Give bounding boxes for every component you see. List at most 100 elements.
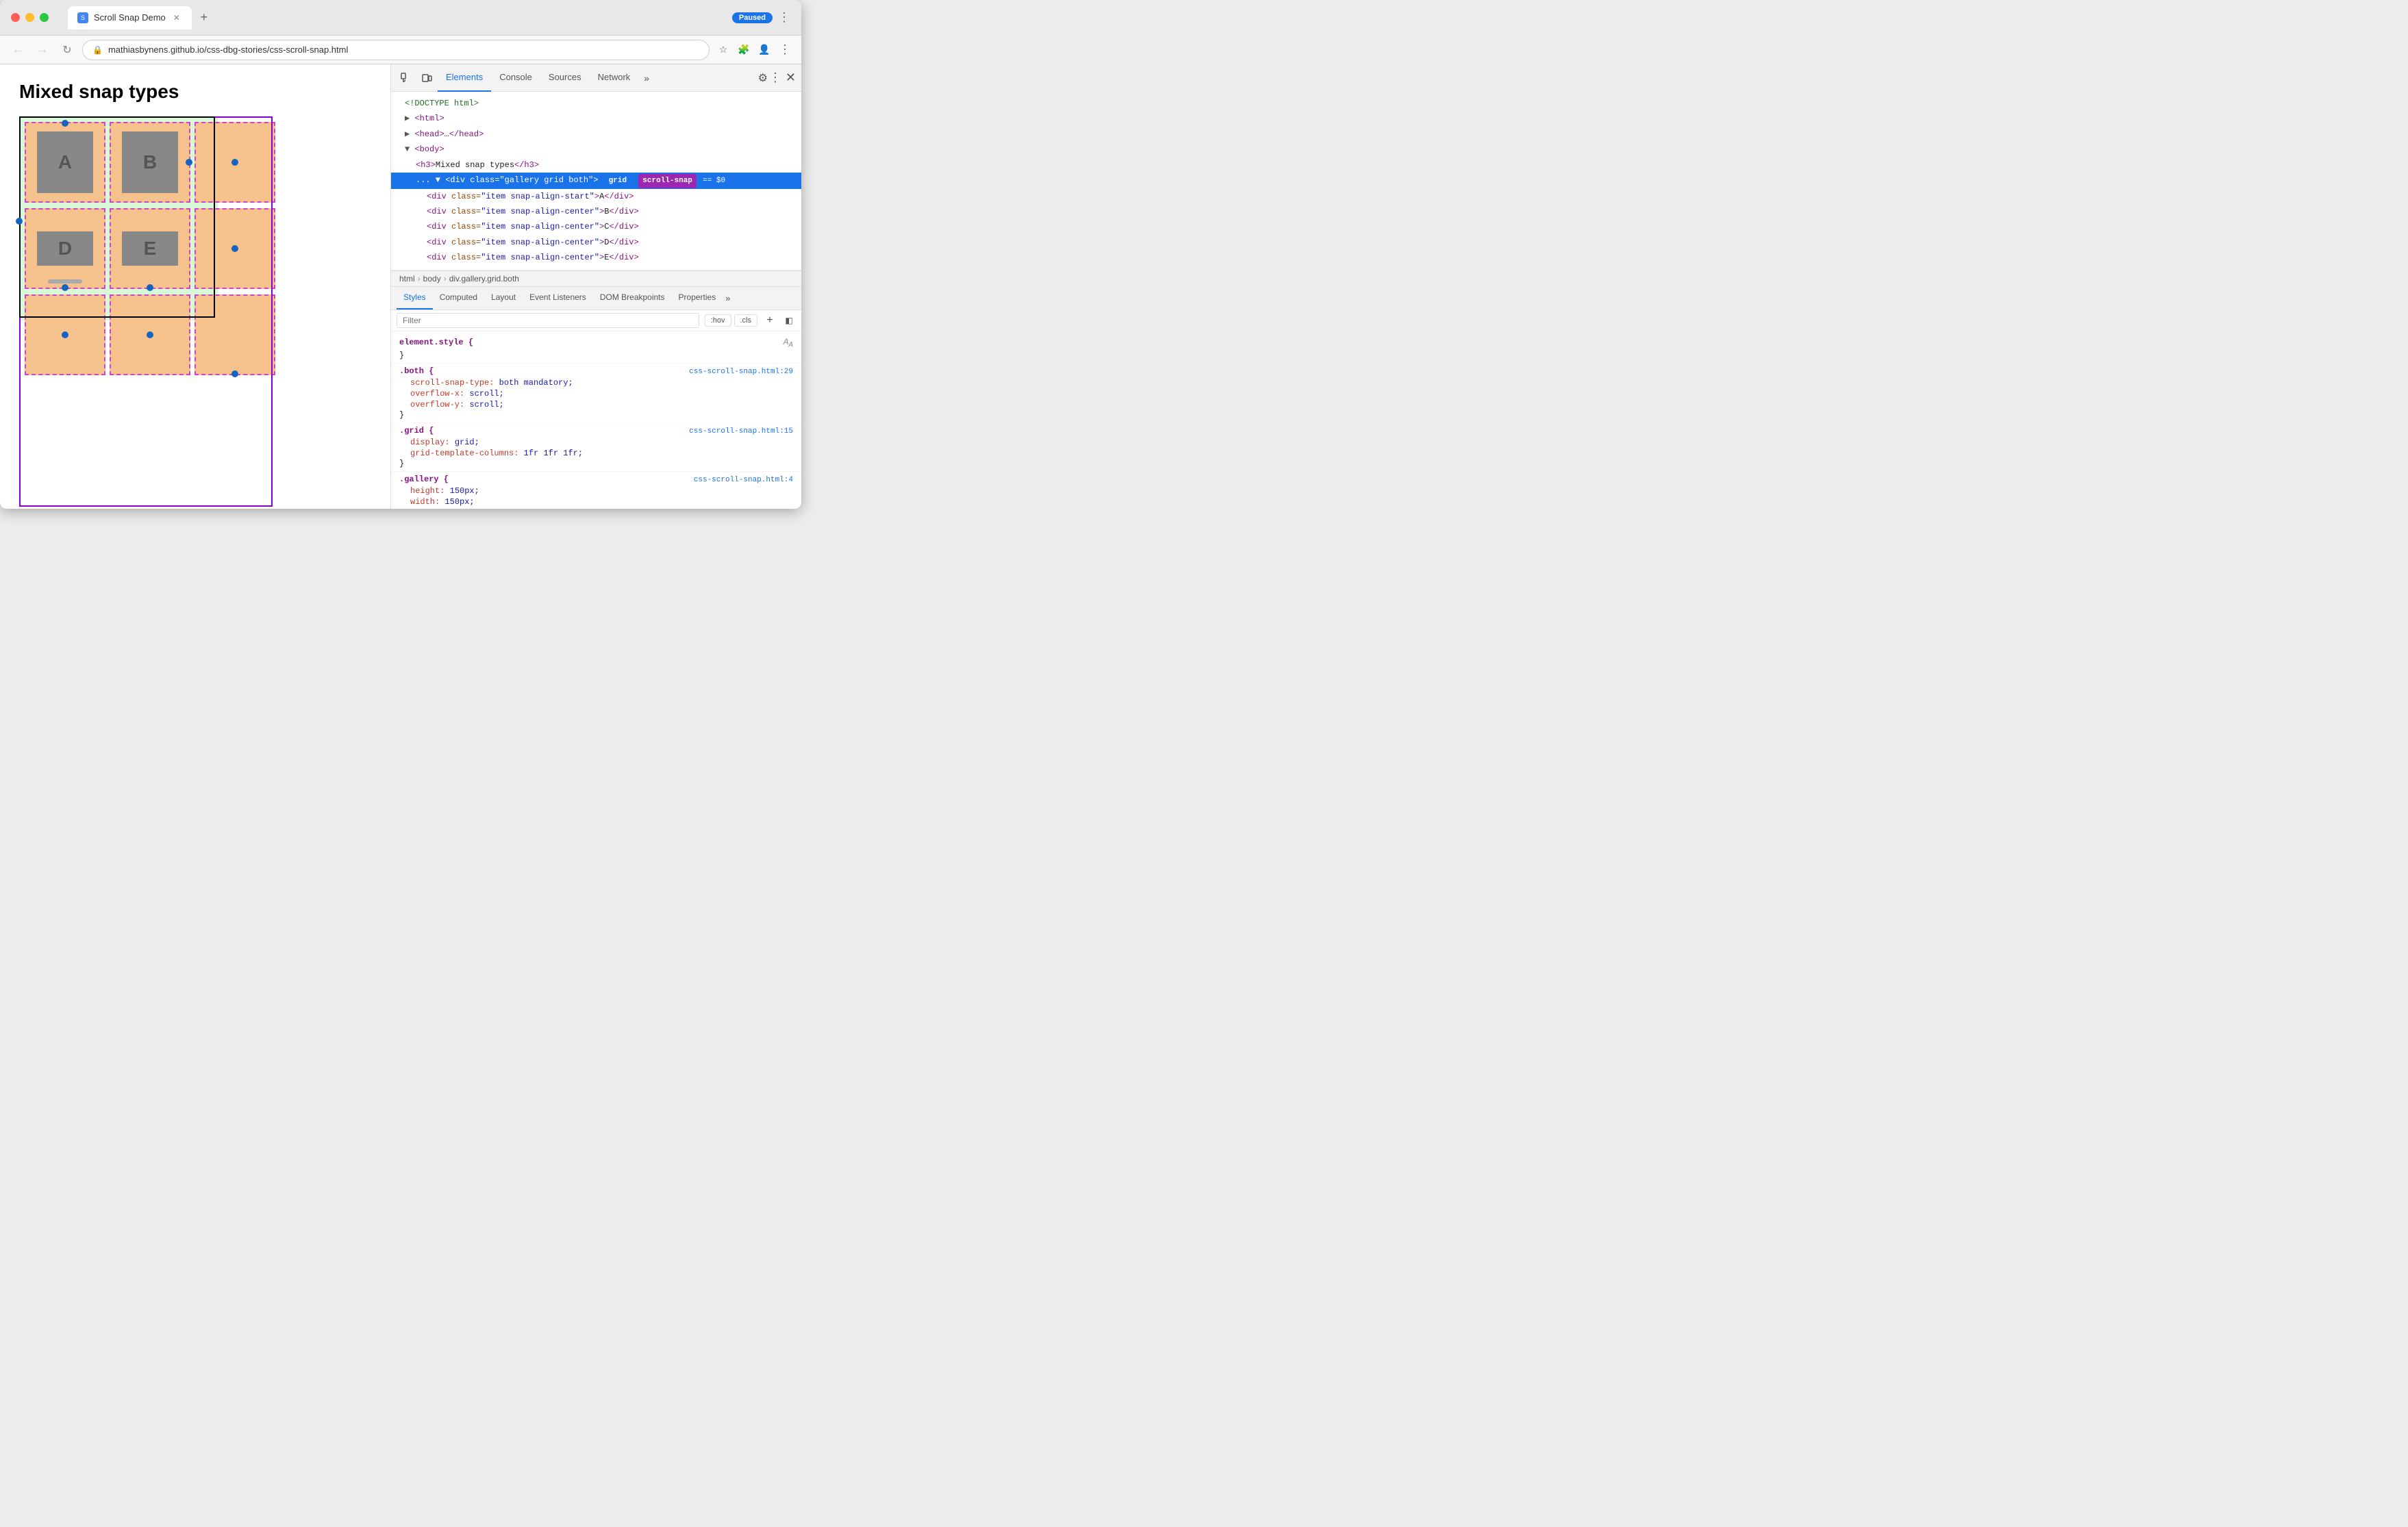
panel-tab-dom-breakpoints[interactable]: DOM Breakpoints bbox=[593, 287, 672, 310]
element-picker-icon[interactable] bbox=[397, 68, 416, 88]
content-area: Mixed snap types A bbox=[0, 64, 801, 509]
dom-div-b[interactable]: <div class="item snap-align-center">B</d… bbox=[391, 204, 801, 219]
devtools-more-tabs-icon[interactable]: » bbox=[638, 73, 655, 84]
css-rule-gallery: .gallery { css-scroll-snap.html:4 height… bbox=[391, 472, 801, 509]
tab-sources[interactable]: Sources bbox=[540, 64, 590, 92]
css-prop-scroll-snap-type: scroll-snap-type: both mandatory; bbox=[399, 377, 793, 388]
panel-tab-more-icon[interactable]: » bbox=[725, 293, 730, 303]
minimize-button[interactable] bbox=[25, 13, 34, 22]
panel-tab-layout[interactable]: Layout bbox=[484, 287, 523, 310]
css-prop-value-grid-template-columns[interactable]: 1fr 1fr 1fr; bbox=[524, 449, 583, 458]
css-prop-width: width: 150px; bbox=[399, 496, 793, 507]
css-prop-name-overflow-x[interactable]: overflow-x: bbox=[410, 389, 464, 399]
panel-tab-properties[interactable]: Properties bbox=[672, 287, 723, 310]
css-prop-value-border-color[interactable]: black; bbox=[523, 508, 552, 509]
css-rule-both-header: .both { css-scroll-snap.html:29 bbox=[399, 366, 793, 376]
css-prop-name-border[interactable]: border: bbox=[410, 508, 444, 509]
tab-network[interactable]: Network bbox=[590, 64, 639, 92]
dom-body[interactable]: ▼ <body> bbox=[391, 142, 801, 157]
css-source-gallery[interactable]: css-scroll-snap.html:4 bbox=[694, 476, 793, 484]
device-toolbar-icon[interactable] bbox=[417, 68, 436, 88]
more-menu-icon[interactable]: ⋮ bbox=[778, 10, 790, 25]
address-bar[interactable]: 🔒 mathiasbynens.github.io/css-dbg-storie… bbox=[82, 40, 710, 60]
snap-item-A: A bbox=[25, 122, 105, 203]
panel-tab-event-listeners[interactable]: Event Listeners bbox=[523, 287, 593, 310]
css-selector-both[interactable]: .both { bbox=[399, 366, 434, 376]
tab-console[interactable]: Console bbox=[491, 64, 540, 92]
back-button[interactable]: ← bbox=[8, 40, 27, 60]
toggle-sidebar-icon[interactable]: ◧ bbox=[782, 314, 796, 327]
css-prop-value-scroll-snap-type[interactable]: both mandatory; bbox=[499, 378, 573, 388]
dom-div-c[interactable]: <div class="item snap-align-center">C</d… bbox=[391, 219, 801, 234]
css-prop-name-grid-template-columns[interactable]: grid-template-columns: bbox=[410, 449, 518, 458]
css-selector-grid[interactable]: .grid { bbox=[399, 426, 434, 436]
forward-button[interactable]: → bbox=[33, 40, 52, 60]
dom-h3[interactable]: <h3>Mixed snap types</h3> bbox=[391, 157, 801, 173]
tab-elements[interactable]: Elements bbox=[438, 64, 491, 92]
cls-filter-button[interactable]: .cls bbox=[734, 314, 758, 327]
snap-item-I bbox=[195, 294, 275, 375]
panel-tab-computed[interactable]: Computed bbox=[433, 287, 484, 310]
css-prop-value-display[interactable]: grid; bbox=[455, 438, 479, 447]
devtools-close-icon[interactable]: ✕ bbox=[786, 71, 796, 85]
css-prop-grid-template-columns: grid-template-columns: 1fr 1fr 1fr; bbox=[399, 448, 793, 459]
css-prop-overflow-y: overflow-y: scroll; bbox=[399, 399, 793, 410]
css-prop-value-height[interactable]: 150px; bbox=[450, 486, 479, 496]
css-source-grid[interactable]: css-scroll-snap.html:15 bbox=[689, 427, 793, 436]
snap-item-G bbox=[25, 294, 105, 375]
css-prop-display: display: grid; bbox=[399, 437, 793, 448]
breadcrumb-html[interactable]: html bbox=[399, 274, 415, 283]
panel-tab-styles[interactable]: Styles bbox=[397, 287, 433, 310]
css-source-both[interactable]: css-scroll-snap.html:29 bbox=[689, 368, 793, 376]
devtools-menu-icon[interactable]: ⋮ bbox=[769, 71, 781, 85]
devtools-panel: Elements Console Sources Network » ⚙ ⋮ ✕… bbox=[390, 64, 801, 509]
nav-more-icon[interactable]: ⋮ bbox=[777, 42, 793, 58]
css-prop-value-overflow-y[interactable]: scroll; bbox=[469, 400, 503, 409]
css-prop-name-display[interactable]: display: bbox=[410, 438, 450, 447]
dom-html[interactable]: ▶ <html> bbox=[391, 111, 801, 126]
page-title: Mixed snap types bbox=[19, 81, 371, 103]
snap-item-B: B bbox=[110, 122, 190, 203]
dom-div-d[interactable]: <div class="item snap-align-center">D</d… bbox=[391, 235, 801, 250]
css-prop-name-height[interactable]: height: bbox=[410, 486, 444, 496]
add-style-rule-icon[interactable]: + bbox=[763, 314, 777, 327]
css-prop-name-overflow-y[interactable]: overflow-y: bbox=[410, 400, 464, 409]
badge-grid: grid bbox=[605, 174, 631, 188]
close-button[interactable] bbox=[11, 13, 20, 22]
profile-icon[interactable]: 👤 bbox=[756, 42, 773, 58]
active-tab[interactable]: S Scroll Snap Demo ✕ bbox=[68, 6, 192, 29]
dom-div-a[interactable]: <div class="item snap-align-start">A</di… bbox=[391, 189, 801, 204]
breadcrumb-div[interactable]: div.gallery.grid.both bbox=[449, 274, 519, 283]
css-prop-name-scroll-snap-type[interactable]: scroll-snap-type: bbox=[410, 378, 494, 388]
maximize-button[interactable] bbox=[40, 13, 49, 22]
reload-button[interactable]: ↻ bbox=[58, 40, 77, 60]
css-rule-element-style: element.style { AA } bbox=[391, 334, 801, 364]
css-prop-value-border[interactable]: 1px solid bbox=[459, 508, 508, 509]
css-prop-value-width[interactable]: 150px; bbox=[444, 497, 474, 507]
filter-input[interactable] bbox=[397, 313, 699, 328]
dom-eq-marker: == $0 bbox=[703, 177, 725, 185]
extensions-icon[interactable]: 🧩 bbox=[736, 42, 752, 58]
new-tab-button[interactable]: + bbox=[195, 8, 214, 27]
css-prop-name-width[interactable]: width: bbox=[410, 497, 440, 507]
dom-selected-div[interactable]: ... ▼ <div class="gallery grid both"> gr… bbox=[391, 173, 801, 189]
css-selector-gallery[interactable]: .gallery { bbox=[399, 475, 449, 484]
hov-filter-button[interactable]: :hov bbox=[705, 314, 731, 327]
tab-close-button[interactable]: ✕ bbox=[171, 12, 182, 23]
css-close-brace-both: } bbox=[399, 410, 404, 420]
css-prop-border: border: ▶ 1px solid black; bbox=[399, 507, 793, 509]
dom-head[interactable]: ▶ <head>…</head> bbox=[391, 127, 801, 142]
browser-window: S Scroll Snap Demo ✕ + Paused ⋮ ← → ↻ 🔒 … bbox=[0, 0, 801, 509]
css-close-brace-grid: } bbox=[399, 459, 404, 468]
css-rules-list: element.style { AA } .both { css-scroll-… bbox=[391, 331, 801, 509]
bookmarks-icon[interactable]: ☆ bbox=[715, 42, 731, 58]
devtools-settings-icon[interactable]: ⚙ bbox=[758, 71, 768, 85]
css-rule-both: .both { css-scroll-snap.html:29 scroll-s… bbox=[391, 364, 801, 423]
dom-tree: <!DOCTYPE html> ▶ <html> ▶ <head>…</head… bbox=[391, 92, 801, 270]
panel-tabs: Styles Computed Layout Event Listeners D… bbox=[391, 287, 801, 310]
css-selector-element-style[interactable]: element.style { bbox=[399, 338, 473, 347]
dom-div-e[interactable]: <div class="item snap-align-center">E</d… bbox=[391, 250, 801, 265]
breadcrumb-body[interactable]: body bbox=[423, 274, 441, 283]
css-prop-value-overflow-x[interactable]: scroll; bbox=[469, 389, 503, 399]
css-close-brace-element: } bbox=[399, 351, 404, 360]
